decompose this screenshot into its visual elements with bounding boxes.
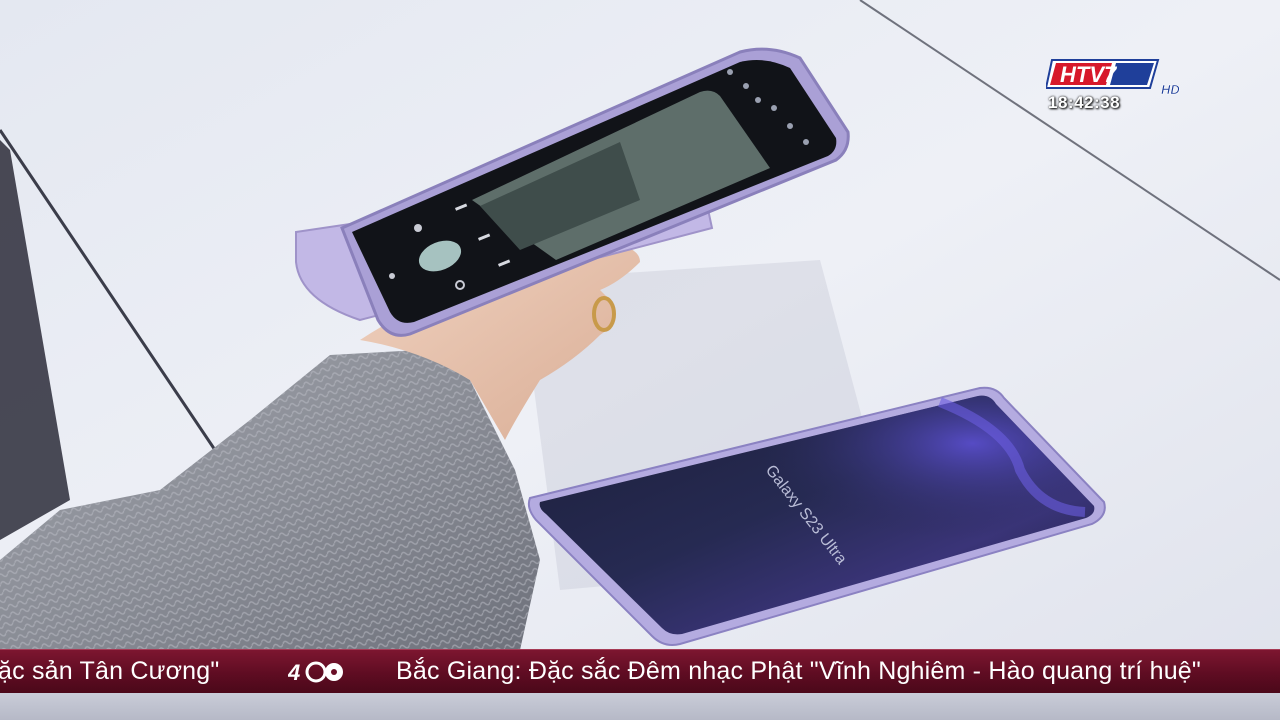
ticker-separator-logo-icon: 4	[288, 660, 343, 685]
broadcast-clock: 18:42:38	[1048, 93, 1121, 112]
bottom-strip	[0, 693, 1280, 720]
logo-hd: HD	[1161, 82, 1180, 97]
ticker-text-current: Bắc Giang: Đặc sắc Đêm nhạc Phật "Vĩnh N…	[396, 657, 1201, 685]
svg-text:4: 4	[288, 660, 300, 685]
ticker-text-previous: ặc sản Tân Cương"	[0, 657, 220, 685]
logo-text: HTV7	[1060, 62, 1118, 87]
news-ticker: ặc sản Tân Cương" 4 Bắc Giang: Đặc sắc Đ…	[0, 649, 1280, 695]
